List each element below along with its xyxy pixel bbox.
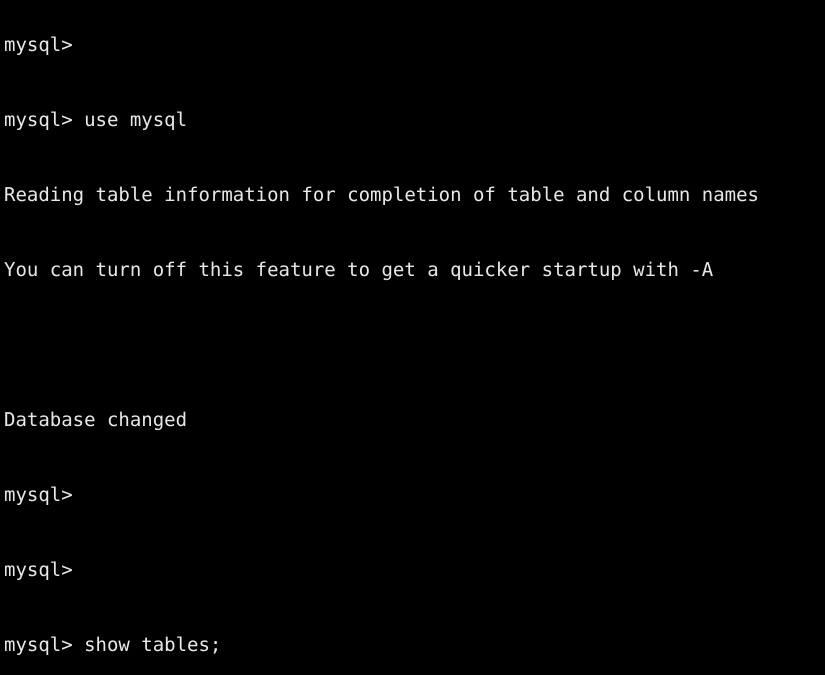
terminal-line-prompt-2: mysql>: [4, 559, 73, 581]
terminal-line-show-tables: mysql> show tables;: [4, 634, 222, 656]
terminal-screen[interactable]: mysql> mysql> use mysql Reading table in…: [4, 0, 825, 675]
terminal-line-reading-info: Reading table information for completion…: [4, 184, 759, 206]
terminal-line-prompt-1: mysql>: [4, 484, 73, 506]
terminal-window[interactable]: mysql> mysql> use mysql Reading table in…: [0, 0, 825, 675]
terminal-line-prompt-0: mysql>: [4, 34, 73, 56]
terminal-line-db-changed: Database changed: [4, 409, 188, 431]
terminal-line-use-mysql: mysql> use mysql: [4, 109, 188, 131]
terminal-line-turn-off-hint: You can turn off this feature to get a q…: [4, 259, 714, 281]
